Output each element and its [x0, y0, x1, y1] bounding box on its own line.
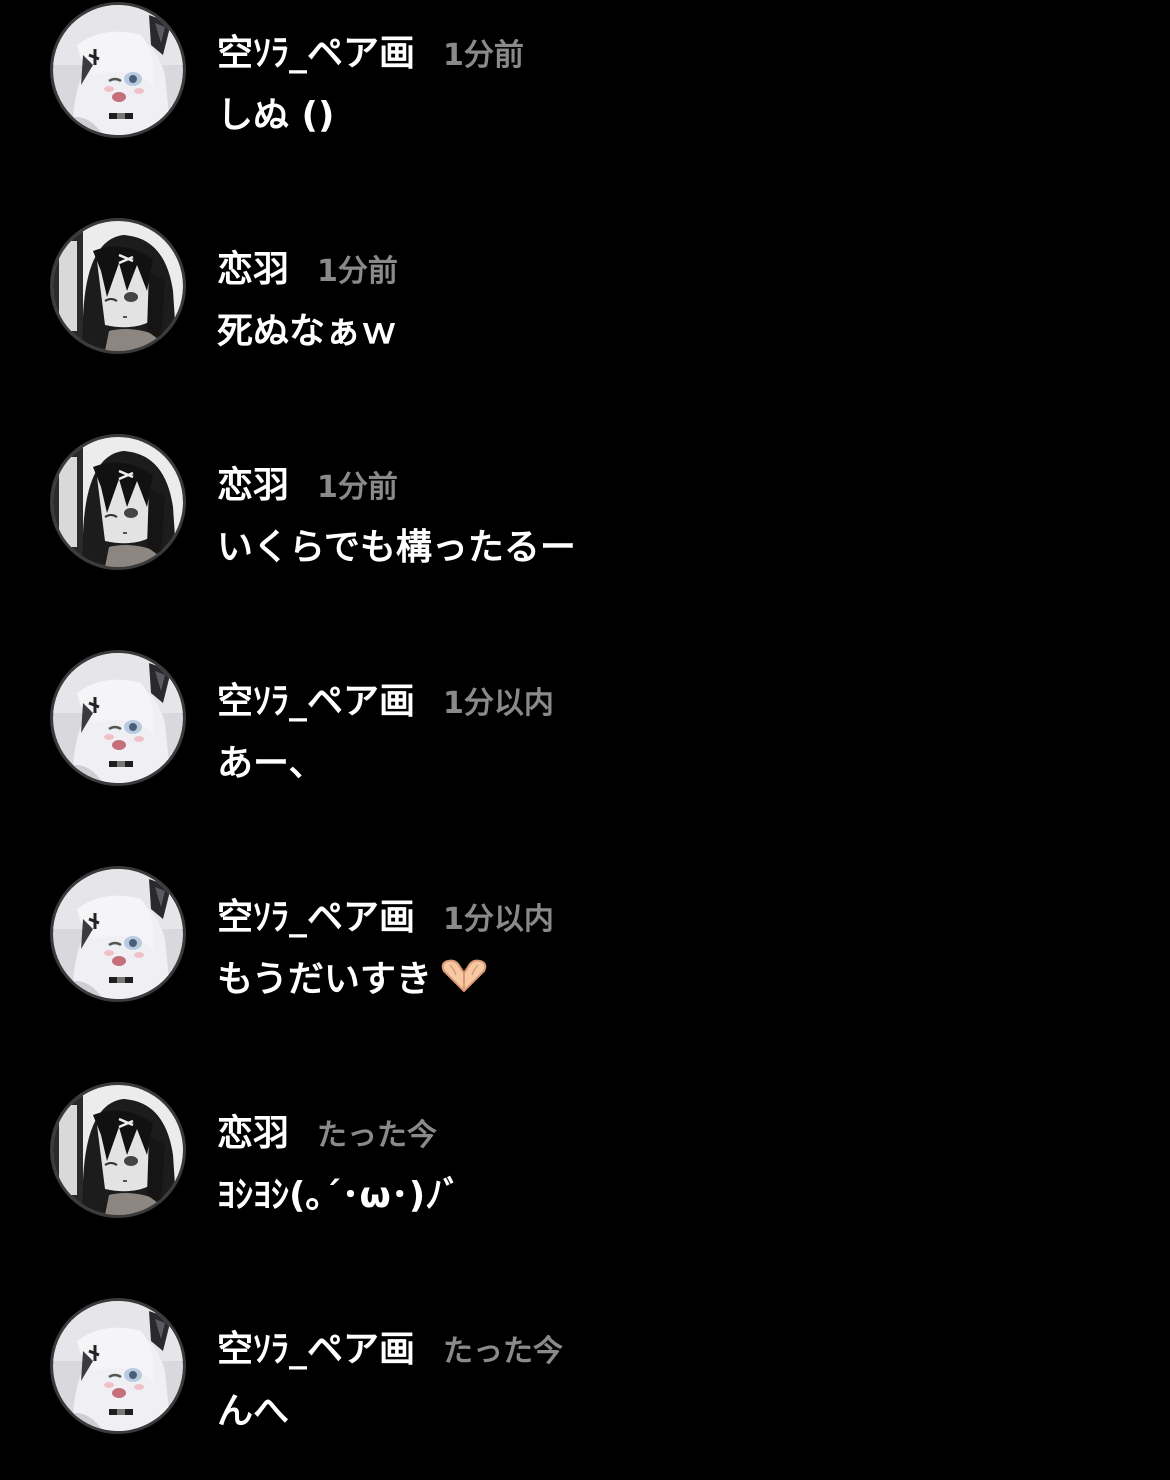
white-hair-girl-avatar-icon	[53, 1301, 183, 1431]
comment-item: 恋羽 たった今 ﾖｼﾖｼ(｡´･ω･)ﾉﾞ	[0, 1080, 1170, 1230]
comment-item: 空ｿﾗ_ペア画 1分以内 あー、	[0, 648, 1170, 798]
comment-header: 空ｿﾗ_ペア画 1分以内	[217, 888, 554, 938]
username[interactable]: 恋羽	[217, 240, 289, 292]
timestamp: 1分前	[317, 470, 398, 505]
avatar[interactable]	[50, 1298, 186, 1434]
timestamp: たった今	[317, 1118, 438, 1153]
username[interactable]: 空ｿﾗ_ペア画	[217, 1320, 415, 1372]
comment-item: 空ｿﾗ_ペア画 1分前 しぬ ()	[0, 0, 1170, 150]
comment-item: 空ｿﾗ_ペア画 たった今 んへ	[0, 1296, 1170, 1446]
username[interactable]: 空ｿﾗ_ペア画	[217, 24, 415, 76]
black-hair-girl-avatar-icon	[53, 1085, 183, 1215]
avatar[interactable]	[50, 1082, 186, 1218]
white-hair-girl-avatar-icon	[53, 5, 183, 135]
comment-header: 空ｿﾗ_ペア画 1分前	[217, 24, 524, 74]
comment-header: 恋羽 たった今	[217, 1104, 438, 1154]
timestamp: 1分前	[443, 38, 524, 73]
username[interactable]: 恋羽	[217, 456, 289, 508]
username[interactable]: 空ｿﾗ_ペア画	[217, 672, 415, 724]
comment-header: 空ｿﾗ_ペア画 1分以内	[217, 672, 554, 722]
comment-header: 空ｿﾗ_ペア画 たった今	[217, 1320, 564, 1370]
comment-text: んへ	[217, 1391, 290, 1432]
timestamp: 1分以内	[443, 902, 554, 937]
avatar[interactable]	[50, 650, 186, 786]
avatar[interactable]	[50, 2, 186, 138]
white-hair-girl-avatar-icon	[53, 653, 183, 783]
comment-text: 死ぬなぁｗ	[217, 311, 398, 352]
comment-item: 恋羽 1分前 いくらでも構ったるー	[0, 432, 1170, 582]
comment-text: ﾖｼﾖｼ(｡´･ω･)ﾉﾞ	[217, 1175, 462, 1216]
comment-item: 空ｿﾗ_ペア画 1分以内 もうだいすき	[0, 864, 1170, 1014]
comment-text-row: もうだいすき	[217, 950, 490, 1004]
avatar[interactable]	[50, 434, 186, 570]
avatar[interactable]	[50, 866, 186, 1002]
timestamp: 1分以内	[443, 686, 554, 721]
heart-hands-emoji-icon	[438, 955, 490, 1004]
black-hair-girl-avatar-icon	[53, 437, 183, 567]
comment-header: 恋羽 1分前	[217, 456, 398, 506]
black-hair-girl-avatar-icon	[53, 221, 183, 351]
comment-text: もうだいすき	[217, 959, 432, 1000]
comment-text: あー、	[217, 743, 325, 784]
comment-header: 恋羽 1分前	[217, 240, 398, 290]
avatar[interactable]	[50, 218, 186, 354]
username[interactable]: 空ｿﾗ_ペア画	[217, 888, 415, 940]
comment-text: しぬ ()	[217, 95, 335, 136]
comment-item: 恋羽 1分前 死ぬなぁｗ	[0, 216, 1170, 366]
white-hair-girl-avatar-icon	[53, 869, 183, 999]
timestamp: 1分前	[317, 254, 398, 289]
comment-text: いくらでも構ったるー	[217, 527, 576, 568]
timestamp: たった今	[443, 1334, 564, 1369]
username[interactable]: 恋羽	[217, 1104, 289, 1156]
